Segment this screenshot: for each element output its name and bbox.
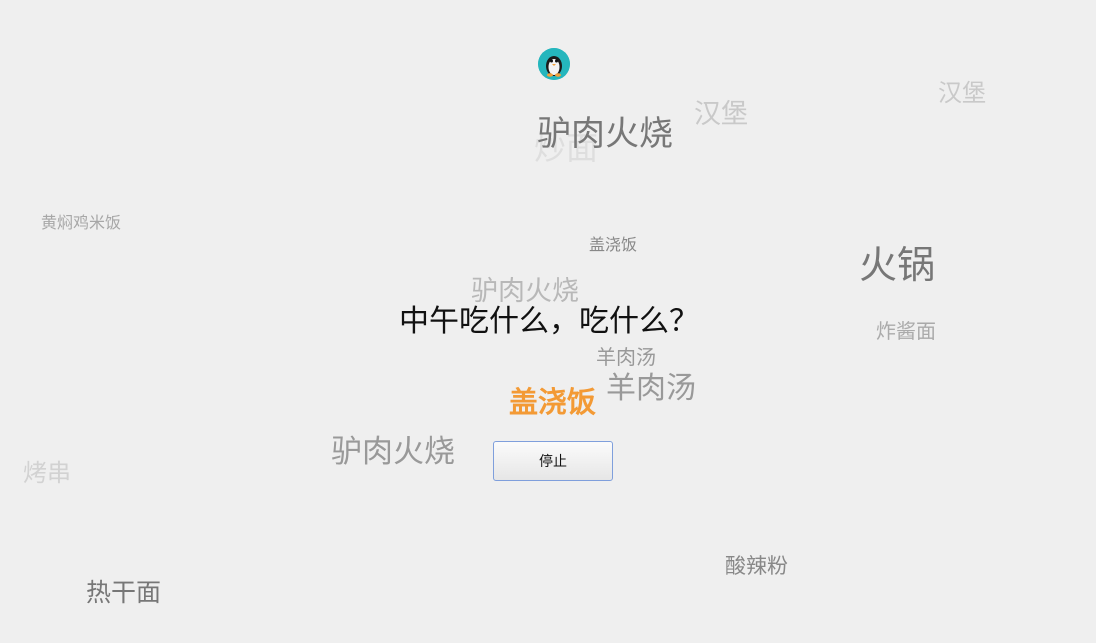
floating-food-word: 热干面	[86, 578, 162, 607]
floating-food-word: 火锅	[859, 243, 936, 287]
floating-food-word: 酸辣粉	[725, 554, 788, 578]
floating-food-word: 驴肉火烧	[471, 276, 579, 307]
food-picker-stage: 汉堡 汉堡 炒面 驴肉火烧 黄焖鸡米饭 盖浇饭 火锅 驴肉火烧 炸酱面 羊肉汤 …	[0, 0, 1096, 643]
floating-food-word: 烤串	[23, 459, 71, 487]
floating-food-word: 驴肉火烧	[537, 114, 673, 154]
floating-food-word: 炸酱面	[876, 319, 936, 343]
floating-food-word: 驴肉火烧	[331, 434, 455, 470]
stop-button[interactable]: 停止	[493, 441, 613, 481]
penguin-icon	[538, 48, 570, 80]
selected-food-result: 盖浇饭	[509, 385, 597, 419]
floating-food-word: 盖浇饭	[589, 235, 638, 254]
floating-food-word: 汉堡	[694, 99, 748, 130]
floating-food-word: 汉堡	[938, 79, 986, 107]
lunch-question-title: 中午吃什么，吃什么？	[399, 304, 699, 339]
penguin-icon-graphic	[538, 48, 570, 80]
floating-food-word: 羊肉汤	[596, 345, 656, 369]
floating-food-word: 黄焖鸡米饭	[41, 213, 122, 232]
floating-food-word: 羊肉汤	[606, 371, 696, 406]
